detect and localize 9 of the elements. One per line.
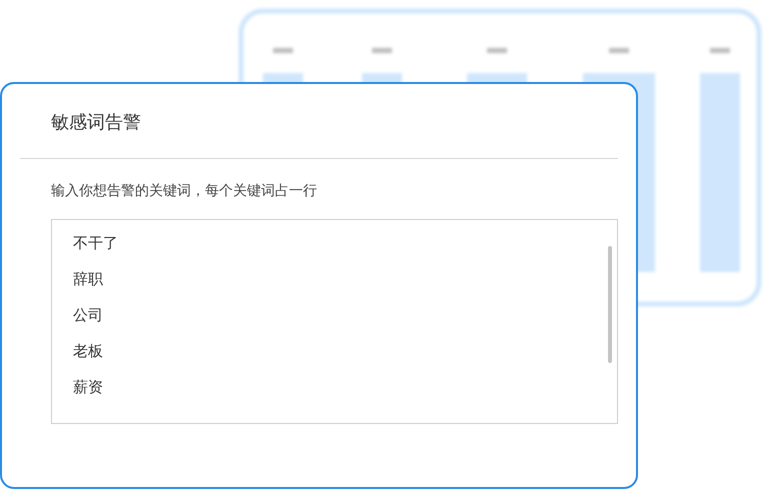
keyword-textarea[interactable]: 不干了 辞职 公司 老板 薪资 [51, 219, 618, 424]
instruction-text: 输入你想告警的关键词，每个关键词占一行 [51, 182, 317, 201]
keyword-line: 老板 [73, 341, 103, 361]
dialog-title: 敏感词告警 [51, 111, 141, 135]
keyword-line: 辞职 [73, 269, 103, 289]
keyword-line: 薪资 [73, 377, 103, 397]
scrollbar-thumb[interactable] [608, 246, 612, 363]
keyword-line: 公司 [73, 305, 103, 325]
keyword-line: 不干了 [73, 233, 118, 253]
